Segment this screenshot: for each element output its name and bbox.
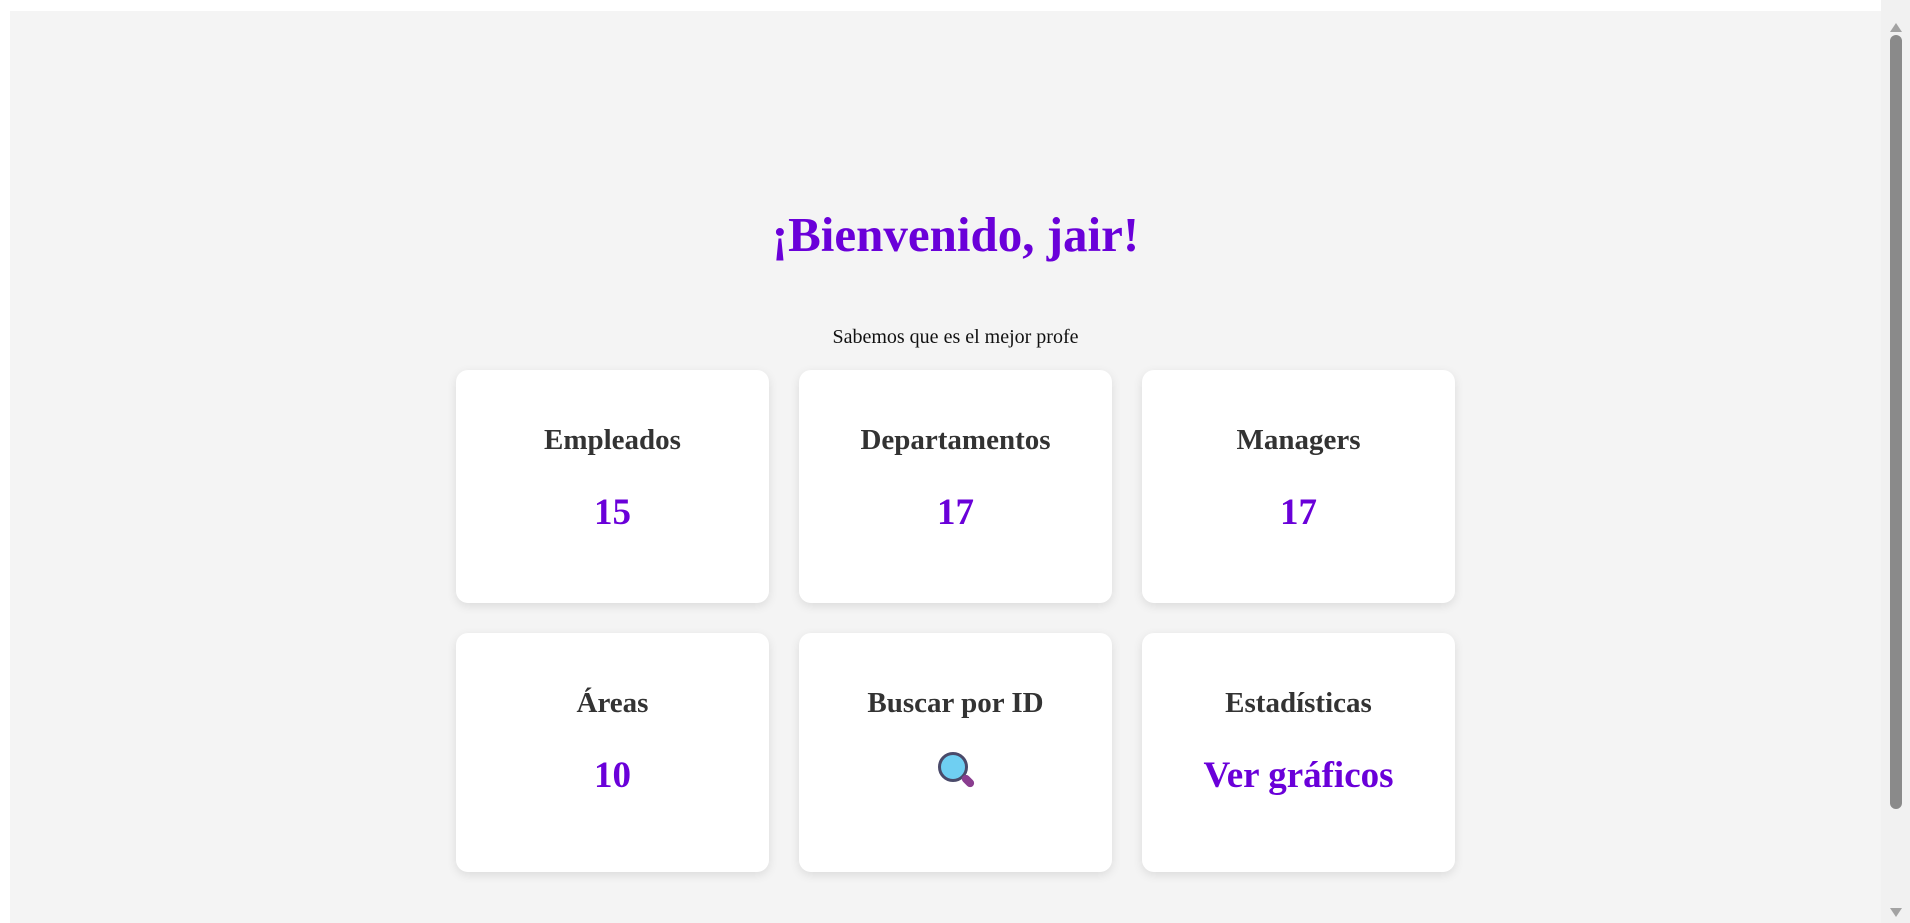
scroll-down-arrow-icon[interactable] bbox=[1890, 908, 1902, 917]
search-icon[interactable] bbox=[936, 750, 976, 790]
card-value: 17 bbox=[1280, 492, 1317, 533]
page-viewport: ¡Bienvenido, jair! Sabemos que es el mej… bbox=[10, 11, 1881, 923]
card-title: Estadísticas bbox=[1225, 687, 1372, 719]
card-value: 15 bbox=[594, 492, 631, 533]
card-departamentos[interactable]: Departamentos 17 bbox=[799, 370, 1112, 603]
card-empleados[interactable]: Empleados 15 bbox=[456, 370, 769, 603]
scroll-thumb[interactable] bbox=[1890, 35, 1902, 809]
card-title: Buscar por ID bbox=[867, 687, 1044, 719]
dashboard-grid: Empleados 15 Departamentos 17 Managers 1… bbox=[456, 370, 1455, 872]
card-managers[interactable]: Managers 17 bbox=[1142, 370, 1455, 603]
card-areas[interactable]: Áreas 10 bbox=[456, 633, 769, 872]
card-estadisticas[interactable]: Estadísticas Ver gráficos bbox=[1142, 633, 1455, 872]
scroll-up-arrow-icon[interactable] bbox=[1890, 23, 1902, 32]
card-value: 10 bbox=[594, 755, 631, 796]
card-value: 17 bbox=[937, 492, 974, 533]
ver-graficos-link[interactable]: Ver gráficos bbox=[1142, 754, 1455, 797]
card-title: Áreas bbox=[576, 687, 649, 719]
card-buscar-por-id[interactable]: Buscar por ID bbox=[799, 633, 1112, 872]
vertical-scrollbar[interactable] bbox=[1881, 0, 1910, 923]
card-title: Managers bbox=[1236, 424, 1361, 456]
welcome-title: ¡Bienvenido, jair! bbox=[771, 207, 1140, 262]
card-title: Empleados bbox=[544, 424, 681, 456]
card-title: Departamentos bbox=[860, 424, 1051, 456]
welcome-subtitle: Sabemos que es el mejor profe bbox=[832, 326, 1079, 348]
